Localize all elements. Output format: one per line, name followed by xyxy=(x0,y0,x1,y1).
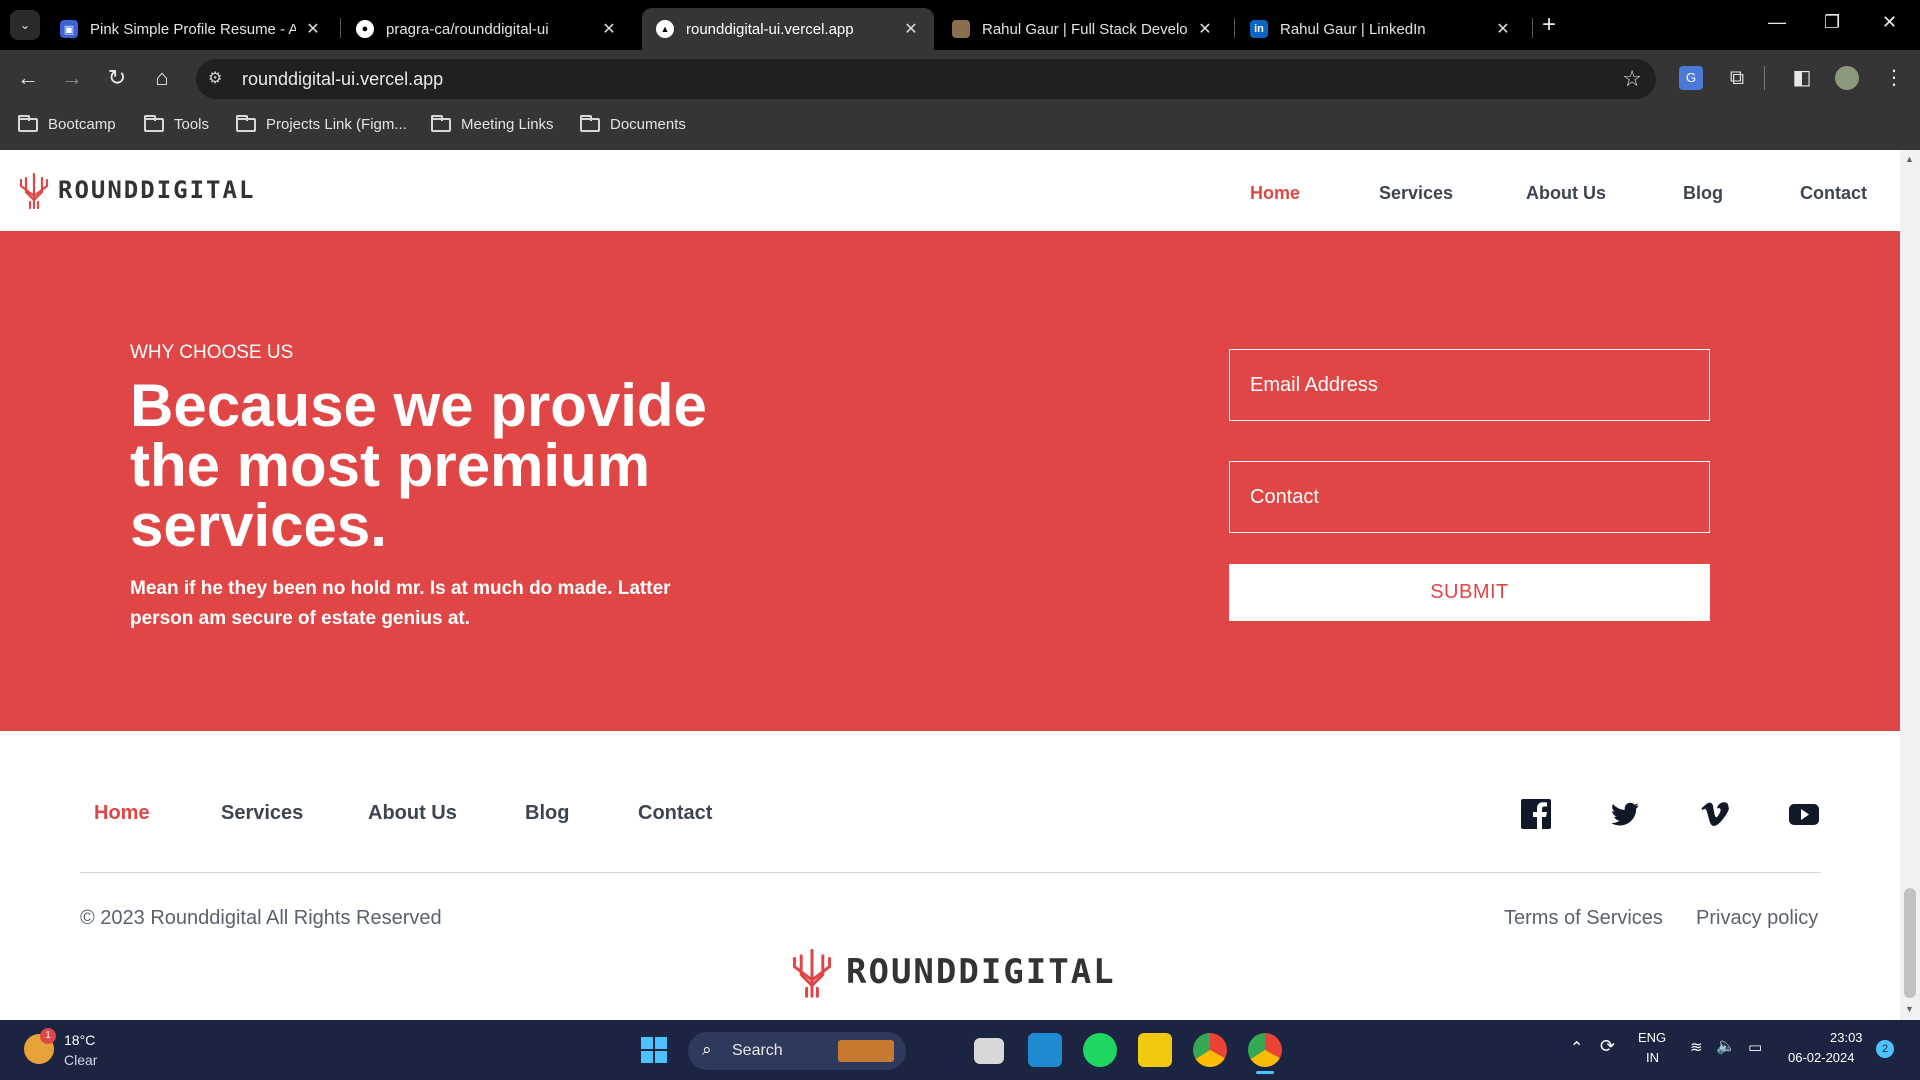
tab-search-dropdown[interactable]: ⌄ xyxy=(10,10,40,40)
home-icon[interactable]: ⌂ xyxy=(146,62,178,94)
close-tab-icon[interactable]: ✕ xyxy=(600,19,618,39)
windows-taskbar xyxy=(0,1020,1920,1080)
side-panel-icon[interactable]: ◧ xyxy=(1790,66,1814,90)
tray-overflow-icon[interactable]: ⌃ xyxy=(1570,1038,1583,1058)
sync-icon[interactable]: ⟳ xyxy=(1600,1036,1615,1057)
tab-resume[interactable]: ▣ Pink Simple Profile Resume - A4 ✕ xyxy=(46,8,336,50)
footer: Home Services About Us Blog Contact © 20… xyxy=(0,150,1900,1020)
folder-icon xyxy=(144,114,164,132)
vscode-icon[interactable] xyxy=(1028,1033,1062,1067)
close-tab-icon[interactable]: ✕ xyxy=(304,19,322,39)
reload-icon[interactable]: ↻ xyxy=(101,62,133,94)
profile-avatar[interactable] xyxy=(1835,66,1859,90)
restore-icon[interactable]: ❐ xyxy=(1824,12,1840,33)
minimize-icon[interactable]: — xyxy=(1768,12,1786,33)
tab-rounddigital[interactable]: ▲ rounddigital-ui.vercel.app ✕ xyxy=(642,8,934,50)
battery-icon[interactable]: ▭ xyxy=(1748,1038,1762,1056)
youtube-icon[interactable] xyxy=(1788,798,1820,830)
footer-logo[interactable]: ROUNDDIGITAL xyxy=(790,945,1116,999)
page-scrollbar[interactable]: ▲ ▼ xyxy=(1900,150,1920,1020)
chrome-icon[interactable] xyxy=(1193,1033,1227,1067)
weather-badge: 1 xyxy=(40,1028,56,1044)
clock-time[interactable]: 23:03 xyxy=(1830,1030,1863,1045)
footer-nav-contact[interactable]: Contact xyxy=(638,802,712,825)
footer-nav-about-us[interactable]: About Us xyxy=(368,802,457,825)
bookmark-folder-documents[interactable]: Documents xyxy=(580,114,686,133)
search-icon: ⌕ xyxy=(702,1040,712,1059)
folder-icon xyxy=(18,114,38,132)
task-view-icon[interactable] xyxy=(974,1038,1004,1064)
scroll-up-icon[interactable]: ▲ xyxy=(1905,154,1914,164)
search-highlight-icon xyxy=(838,1040,894,1062)
close-window-icon[interactable]: ✕ xyxy=(1882,12,1897,33)
bookmark-folder-bootcamp[interactable]: Bootcamp xyxy=(18,114,116,133)
extensions-icon[interactable]: ⧉ xyxy=(1725,66,1749,90)
folder-icon xyxy=(580,114,600,132)
language-top[interactable]: ENG xyxy=(1638,1030,1666,1045)
vimeo-icon[interactable] xyxy=(1699,798,1731,830)
twitter-icon[interactable] xyxy=(1609,798,1641,830)
windows-start-icon[interactable] xyxy=(640,1036,668,1064)
folder-icon xyxy=(431,114,451,132)
menu-kebab-icon[interactable]: ⋮ xyxy=(1882,66,1906,90)
weather-desc[interactable]: Clear xyxy=(64,1052,97,1068)
chrome-profile-icon[interactable] xyxy=(1248,1033,1282,1067)
back-icon[interactable]: ← xyxy=(12,62,44,94)
address-bar[interactable]: ⚙ rounddigital-ui.vercel.app ☆ xyxy=(196,59,1656,99)
tab-portfolio[interactable]: Rahul Gaur | Full Stack Developer ✕ xyxy=(938,8,1228,50)
site-info-icon[interactable]: ⚙ xyxy=(208,68,222,88)
footer-divider xyxy=(80,872,1821,873)
tab-github[interactable]: ● pragra-ca/rounddigital-ui ✕ xyxy=(342,8,632,50)
footer-nav-home[interactable]: Home xyxy=(94,802,150,825)
footer-nav-blog[interactable]: Blog xyxy=(525,802,569,825)
taskbar-search[interactable]: ⌕ Search xyxy=(688,1032,906,1070)
canva-favicon-icon: ▣ xyxy=(60,20,78,38)
privacy-link[interactable]: Privacy policy xyxy=(1696,907,1818,930)
clock-date[interactable]: 06-02-2024 xyxy=(1788,1050,1855,1065)
forward-icon[interactable]: → xyxy=(56,62,88,94)
close-tab-icon[interactable]: ✕ xyxy=(1494,19,1512,39)
google-translate-icon[interactable]: G xyxy=(1679,66,1703,90)
rounddigital-logo-icon xyxy=(792,948,832,998)
folder-icon xyxy=(236,114,256,132)
vercel-icon: ▲ xyxy=(656,20,674,38)
new-tab-button[interactable]: + xyxy=(1542,12,1556,38)
bookmark-folder-projects[interactable]: Projects Link (Figm... xyxy=(236,114,407,133)
active-app-indicator xyxy=(1256,1071,1274,1074)
volume-icon[interactable]: 🔈 xyxy=(1716,1036,1736,1056)
github-icon: ● xyxy=(356,20,374,38)
language-bottom[interactable]: IN xyxy=(1646,1050,1659,1065)
browser-tab-strip: ⌄ ▣ Pink Simple Profile Resume - A4 ✕ ● … xyxy=(0,0,1920,50)
terms-link[interactable]: Terms of Services xyxy=(1504,907,1663,930)
close-tab-icon[interactable]: ✕ xyxy=(902,19,920,39)
bookmark-folder-meetings[interactable]: Meeting Links xyxy=(431,114,554,133)
sticky-notes-icon[interactable] xyxy=(1138,1033,1172,1067)
facebook-icon[interactable] xyxy=(1520,798,1552,830)
linkedin-icon: in xyxy=(1250,20,1268,38)
footer-nav-services[interactable]: Services xyxy=(221,802,303,825)
bookmark-folder-tools[interactable]: Tools xyxy=(144,114,209,133)
scrollbar-thumb[interactable] xyxy=(1904,888,1916,998)
notification-badge[interactable]: 2 xyxy=(1876,1040,1894,1058)
wifi-icon[interactable]: ≋ xyxy=(1690,1038,1703,1056)
bookmark-star-icon[interactable]: ☆ xyxy=(1622,66,1642,92)
scroll-down-icon[interactable]: ▼ xyxy=(1905,1004,1914,1014)
close-tab-icon[interactable]: ✕ xyxy=(1196,19,1214,39)
portfolio-avatar-icon xyxy=(952,20,970,38)
weather-temp[interactable]: 18°C xyxy=(64,1032,95,1048)
spotify-icon[interactable] xyxy=(1083,1033,1117,1067)
tab-linkedin[interactable]: in Rahul Gaur | LinkedIn ✕ xyxy=(1236,8,1526,50)
copyright-text: © 2023 Rounddigital All Rights Reserved xyxy=(80,907,442,929)
